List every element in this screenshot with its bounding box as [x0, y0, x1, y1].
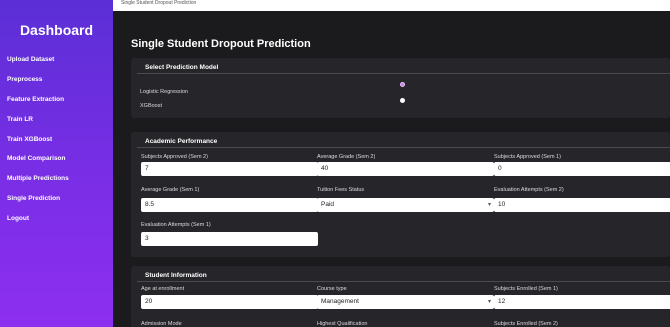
evaluation-attempts-sem2-input[interactable]: 10 — [494, 198, 670, 212]
academic-performance-title: Academic Performance — [145, 138, 218, 145]
student-information-title: Student Information — [145, 272, 207, 279]
sidebar-item-single-prediction[interactable]: Single Prediction — [7, 192, 111, 212]
label-course-type: Course type — [317, 286, 347, 292]
chevron-down-icon: ▾ — [487, 202, 491, 208]
label-average-grade-sem2: Average Grade (Sem 2) — [317, 154, 376, 160]
sidebar-item-multiple-predictions[interactable]: Multiple Predictions — [7, 172, 111, 192]
model-selection-title: Select Prediction Model — [145, 64, 219, 71]
sidebar-item-preprocess[interactable]: Preprocess — [7, 73, 111, 93]
radio-label-logistic-regression: Logistic Regression — [140, 89, 188, 95]
tuition-fees-status-select[interactable]: Paid ▾ — [317, 198, 494, 212]
sidebar-title: Dashboard — [19, 22, 94, 38]
sidebar-item-model-comparison[interactable]: Model Comparison — [7, 152, 111, 172]
label-subjects-approved-sem2: Subjects Approved (Sem 2) — [141, 154, 208, 160]
radio-logistic-regression[interactable] — [400, 82, 405, 87]
sidebar-item-train-xgboost[interactable]: Train XGBoost — [7, 133, 111, 153]
label-evaluation-attempts-sem2: Evaluation Attempts (Sem 2) — [494, 187, 564, 193]
sidebar-item-upload-dataset[interactable]: Upload Dataset — [7, 53, 111, 73]
subjects-approved-sem2-input[interactable]: 7 — [141, 162, 318, 176]
subjects-enrolled-sem1-input[interactable]: 12 — [494, 295, 670, 309]
average-grade-sem1-input[interactable]: 8.5 — [141, 198, 318, 212]
radio-xgboost[interactable] — [400, 98, 405, 103]
age-at-enrollment-input[interactable]: 20 — [141, 295, 318, 309]
student-information-card: Student Information Age at enrollment 20… — [131, 266, 670, 327]
label-evaluation-attempts-sem1: Evaluation Attempts (Sem 1) — [141, 222, 211, 228]
divider — [137, 73, 670, 74]
sidebar: Dashboard Upload Dataset Preprocess Feat… — [0, 0, 113, 327]
evaluation-attempts-sem1-input[interactable]: 3 — [141, 232, 318, 246]
label-subjects-enrolled-sem2: Subjects Enrolled (Sem 2) — [494, 321, 558, 327]
label-admission-mode: Admission Mode — [141, 321, 182, 327]
label-subjects-approved-sem1: Subjects Approved (Sem 1) — [494, 154, 561, 160]
top-bar: Single Student Dropout Prediction — [113, 0, 670, 11]
course-type-select[interactable]: Management ▾ — [317, 295, 494, 309]
page-title: Single Student Dropout Prediction — [131, 38, 311, 50]
label-tuition-fees-status: Tuition Fees Status — [317, 187, 365, 193]
sidebar-nav: Upload Dataset Preprocess Feature Extrac… — [7, 53, 111, 232]
divider — [137, 281, 670, 282]
sidebar-item-feature-extraction[interactable]: Feature Extraction — [7, 93, 111, 113]
tuition-fees-status-value: Paid — [321, 201, 335, 208]
sidebar-item-logout[interactable]: Logout — [7, 212, 111, 232]
subjects-approved-sem1-input[interactable]: 0 — [494, 162, 670, 176]
top-bar-text: Single Student Dropout Prediction — [121, 0, 197, 6]
model-selection-card: Select Prediction Model Logistic Regress… — [131, 58, 670, 118]
course-type-value: Management — [321, 298, 359, 305]
label-average-grade-sem1: Average Grade (Sem 1) — [141, 187, 200, 193]
label-highest-qualification: Highest Qualification — [317, 321, 368, 327]
radio-label-xgboost: XGBoost — [140, 103, 163, 109]
academic-performance-card: Academic Performance Subjects Approved (… — [131, 132, 670, 257]
label-subjects-enrolled-sem1: Subjects Enrolled (Sem 1) — [494, 286, 558, 292]
chevron-down-icon: ▾ — [487, 299, 491, 305]
divider — [137, 147, 670, 148]
main-content: Single Student Dropout Prediction Single… — [113, 0, 670, 327]
sidebar-item-train-lr[interactable]: Train LR — [7, 113, 111, 133]
average-grade-sem2-input[interactable]: 40 — [317, 162, 494, 176]
label-age-at-enrollment: Age at enrollment — [141, 286, 185, 292]
